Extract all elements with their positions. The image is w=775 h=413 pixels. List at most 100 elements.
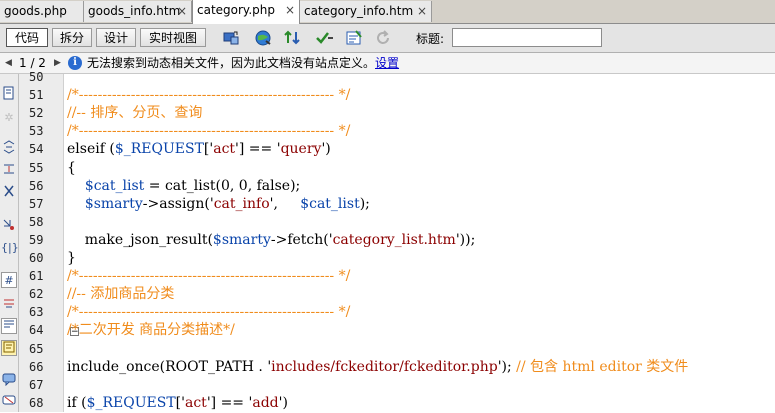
tab-label: category.php <box>197 3 275 17</box>
line-number: 62 <box>29 287 44 302</box>
code-line: /*--------------------------------------… <box>67 122 350 140</box>
refresh-icon[interactable] <box>374 29 392 47</box>
validate-icon[interactable] <box>315 29 333 47</box>
word-wrap-icon[interactable] <box>1 318 17 334</box>
balance-braces-icon[interactable]: {|} <box>1 240 19 256</box>
line-number: 65 <box>29 341 44 356</box>
line-number: 58 <box>29 214 44 229</box>
code-variable: $cat_list <box>84 177 145 194</box>
syntax-coloring-icon[interactable] <box>1 340 17 356</box>
multiscreen-icon[interactable] <box>222 29 240 47</box>
remove-comment-icon[interactable] <box>1 394 17 410</box>
visual-aids-icon[interactable] <box>345 29 363 47</box>
tab-label: goods.php <box>4 4 67 18</box>
line-number: 59 <box>29 232 44 247</box>
code-string: query <box>280 141 322 158</box>
code-token: = cat_list(0, 0, false); <box>144 177 301 194</box>
code-token: [' <box>203 141 214 158</box>
code-line: elseif ($_REQUEST['act'] == 'query') <box>67 140 331 158</box>
tab-category-php[interactable]: category.php × <box>192 0 300 24</box>
code-comment: //-- 添加商品分类 <box>67 286 175 303</box>
tab-label: category_info.htm <box>304 4 414 18</box>
line-number: 60 <box>29 251 44 265</box>
line-number: 52 <box>29 106 44 121</box>
code-line: { <box>67 159 76 177</box>
code-token: ')); <box>455 231 476 248</box>
code-comment: // 包含 html editor 类文件 <box>516 358 689 375</box>
code-variable: $_REQUEST <box>114 141 204 158</box>
line-number: 67 <box>29 377 44 392</box>
browser-preview-icon[interactable] <box>254 29 272 47</box>
code-view-button[interactable]: 代码 <box>6 28 48 47</box>
apply-comment-icon[interactable] <box>1 372 17 388</box>
code-comment: /*二次开发 商品分类描述*/ <box>67 322 235 339</box>
line-number: 63 <box>29 305 44 320</box>
show-code-navigator-icon[interactable]: ✲ <box>1 110 17 126</box>
code-variable: $smarty <box>84 195 143 212</box>
line-number: 55 <box>29 160 44 175</box>
file-management-icon[interactable] <box>284 29 302 47</box>
close-icon[interactable]: × <box>285 0 295 21</box>
code-token: ->fetch(' <box>270 231 333 248</box>
live-view-button[interactable]: 实时视图 <box>140 28 206 47</box>
collapse-full-tag-icon[interactable] <box>1 140 17 156</box>
code-token: [' <box>175 394 185 411</box>
close-icon[interactable]: × <box>177 1 187 22</box>
code-comment: /*--------------------------------------… <box>67 304 351 321</box>
expand-all-icon[interactable] <box>1 184 17 200</box>
line-number-gutter: 50 51 52 53 54 55 56 57 58 59 60 61 62 63 64−65 66 67 68 <box>19 70 79 412</box>
code-line: /*--------------------------------------… <box>67 267 350 285</box>
code-comment: /*--------------------------------------… <box>67 87 351 104</box>
split-view-button[interactable]: 拆分 <box>52 28 92 47</box>
code-line: /*--------------------------------------… <box>67 303 350 321</box>
code-line: //-- 排序、分页、查询 <box>67 104 202 122</box>
title-input[interactable] <box>452 28 602 47</box>
code-token: ') <box>278 394 288 411</box>
line-numbers-icon[interactable]: # <box>1 272 17 288</box>
design-view-button[interactable]: 设计 <box>96 28 136 47</box>
code-string: act <box>184 394 207 411</box>
code-token: ', <box>269 195 301 212</box>
settings-link[interactable]: 设置 <box>375 56 399 70</box>
line-number: 68 <box>29 395 44 410</box>
code-string: cat_info <box>213 195 270 212</box>
line-number: 54 <box>29 142 44 157</box>
info-message-text: 无法搜索到动态相关文件，因为此文档没有站点定义。 <box>87 56 376 70</box>
code-line: /*二次开发 商品分类描述*/ <box>67 321 235 339</box>
previous-arrow-icon[interactable]: ◀ <box>5 53 12 73</box>
open-documents-icon[interactable] <box>1 86 17 102</box>
close-icon[interactable]: × <box>417 1 427 22</box>
highlight-invalid-code-icon[interactable] <box>1 296 17 312</box>
code-string: act <box>213 141 236 158</box>
code-token: make_json_result( <box>67 231 213 248</box>
code-variable: $_REQUEST <box>86 394 176 411</box>
line-number: 56 <box>29 178 44 193</box>
line-number: 50 <box>29 70 44 84</box>
code-token: '] == ' <box>235 141 281 158</box>
code-token: ); <box>359 195 370 212</box>
code-line: make_json_result($smarty->fetch('categor… <box>67 231 476 249</box>
code-token: { <box>67 159 76 176</box>
select-parent-tag-icon[interactable] <box>1 218 17 234</box>
code-string: category_list.htm <box>332 231 456 248</box>
info-icon: i <box>68 56 82 70</box>
tab-goods-info-htm[interactable]: goods_info.htm × <box>84 1 192 22</box>
tab-category-info-htm[interactable]: category_info.htm × <box>300 1 432 22</box>
tab-label: goods_info.htm <box>88 4 181 18</box>
code-token: } <box>67 250 76 266</box>
code-variable: $smarty <box>212 231 271 248</box>
code-line: //-- 添加商品分类 <box>67 285 174 303</box>
code-variable: $cat_list <box>300 195 360 212</box>
tab-goods-php[interactable]: goods.php <box>0 1 84 22</box>
line-number: 51 <box>29 88 44 103</box>
line-number: 57 <box>29 196 44 211</box>
line-number: 66 <box>29 359 44 374</box>
code-editor[interactable]: /*--------------------------------------… <box>67 74 775 412</box>
line-number: 61 <box>29 269 44 284</box>
code-string: add <box>252 394 279 411</box>
collapse-selection-icon[interactable] <box>1 162 17 178</box>
code-token: if ( <box>67 394 87 411</box>
document-toolbar: 代码 拆分 设计 实时视图 标题: <box>0 24 775 53</box>
code-token: '); <box>497 358 517 375</box>
